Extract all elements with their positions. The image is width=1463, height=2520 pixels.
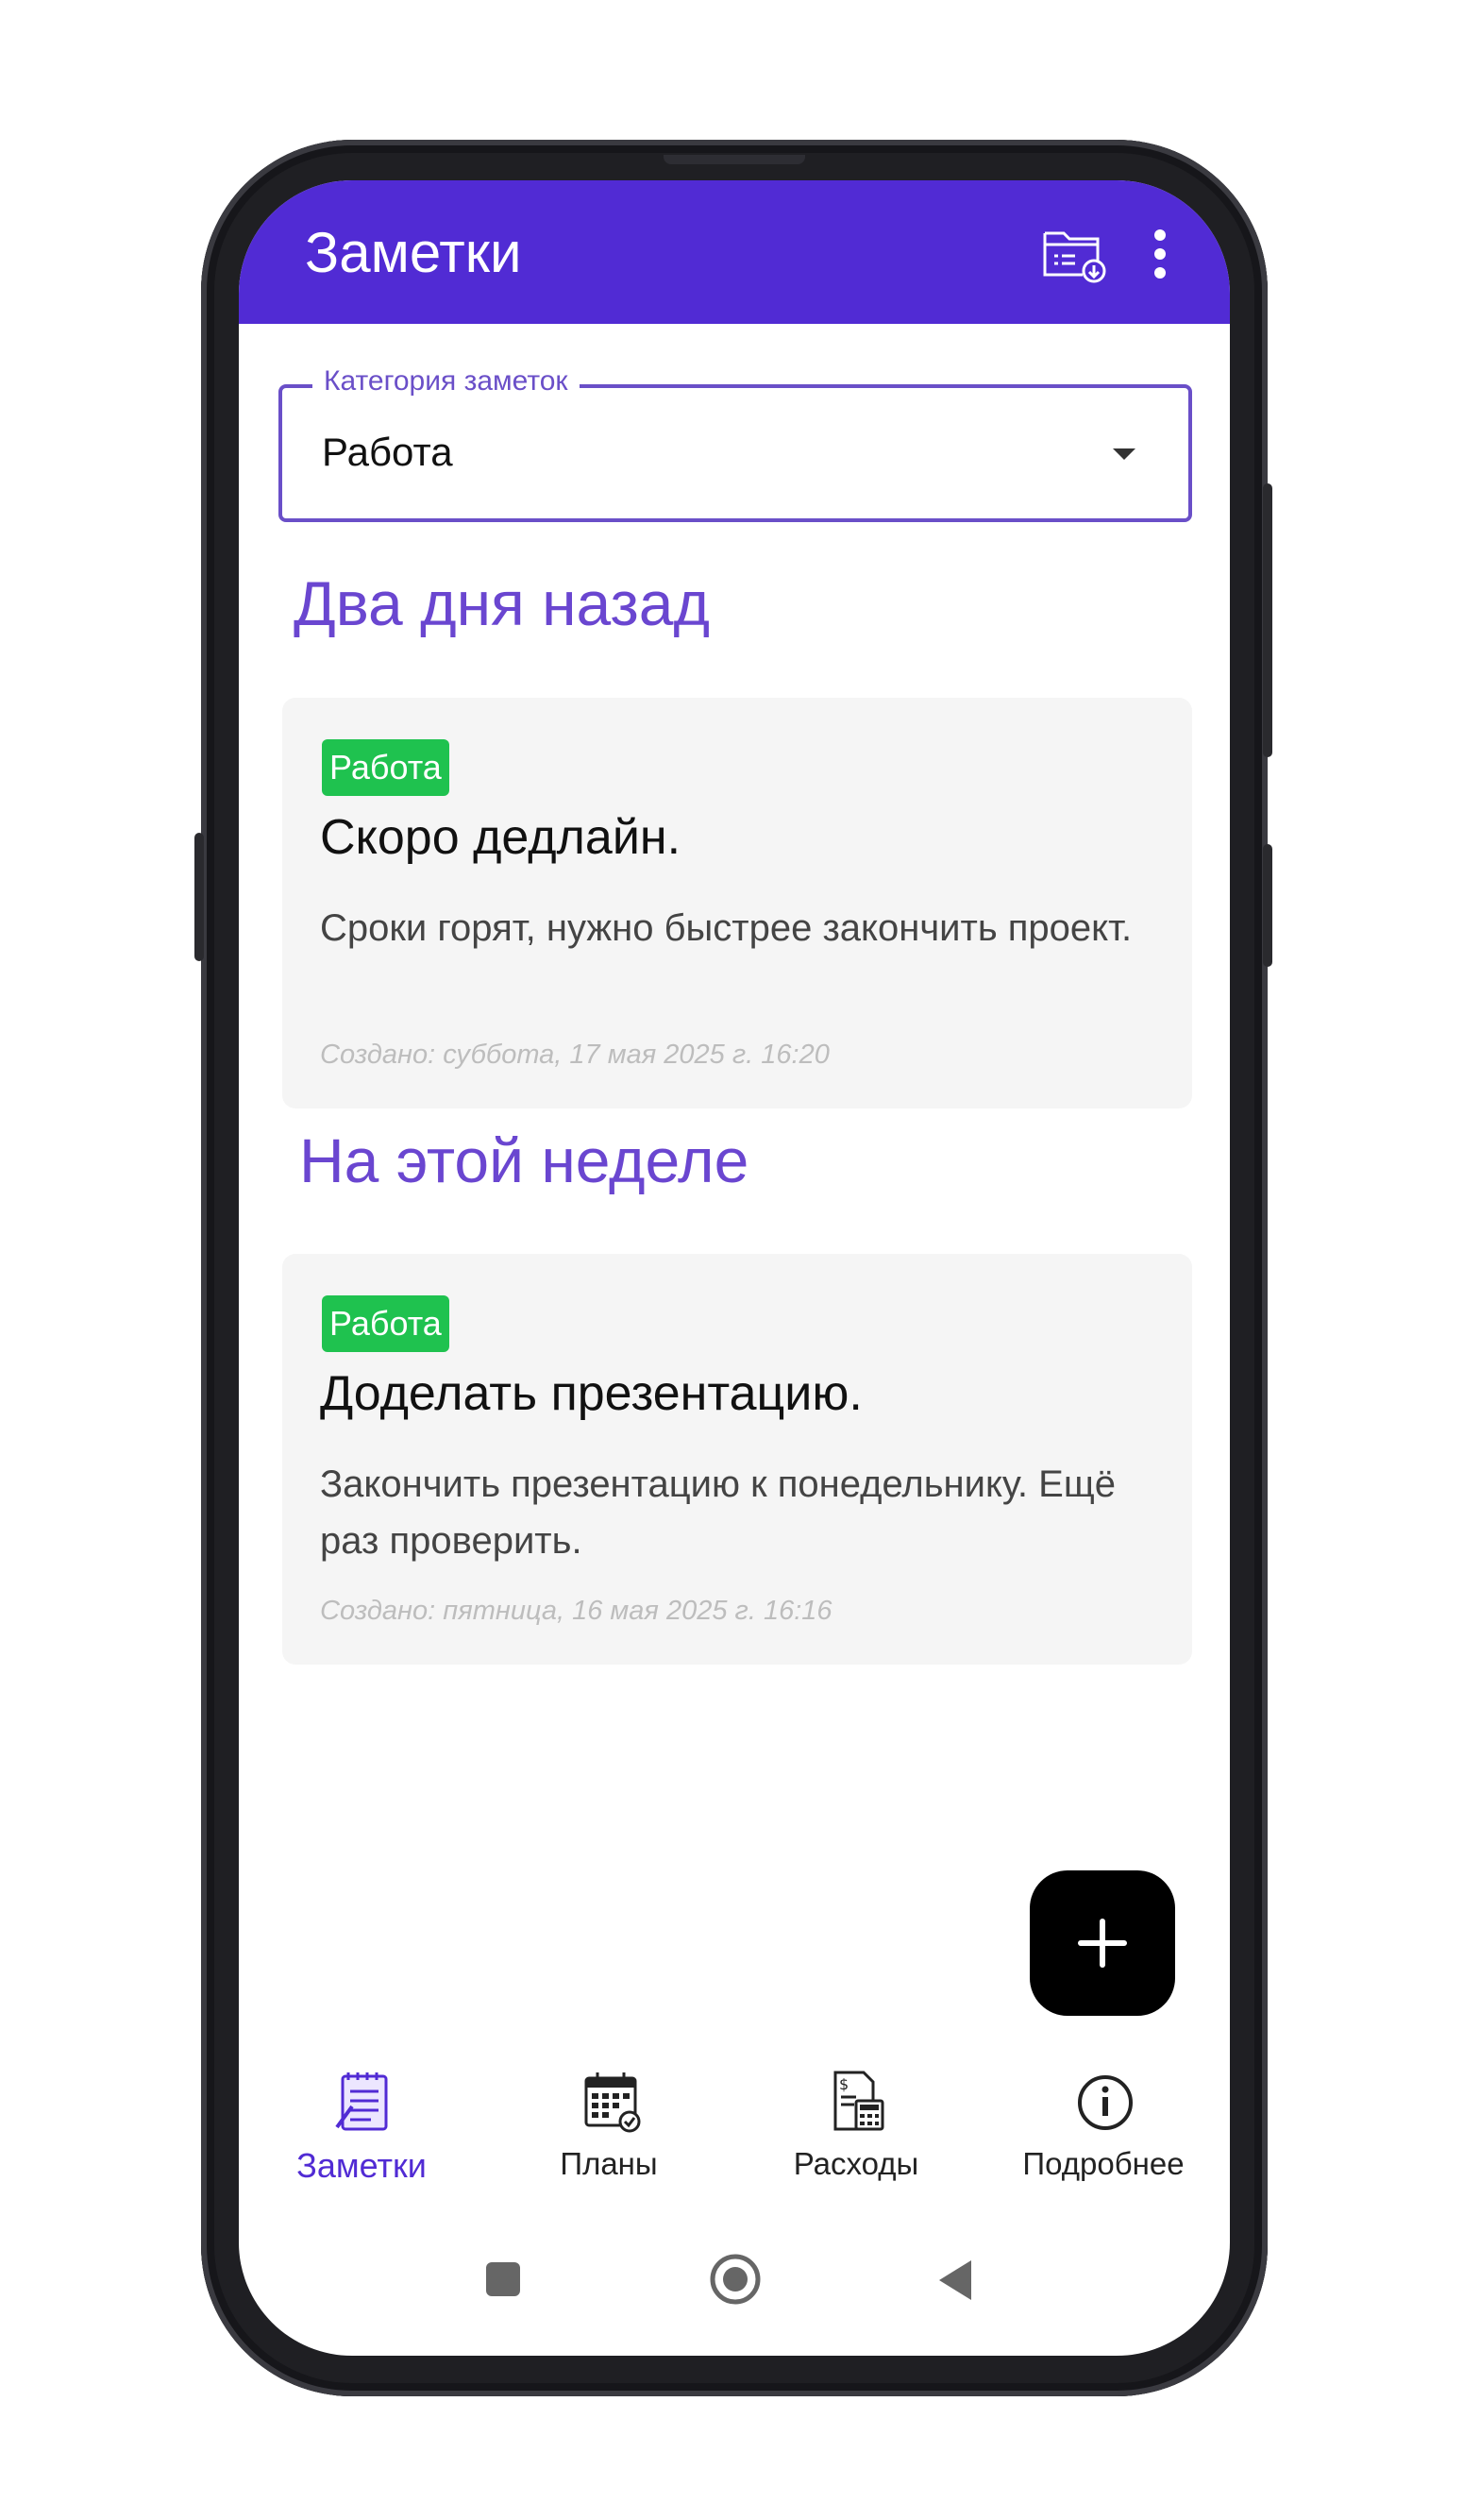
svg-text:$: $ xyxy=(839,2075,849,2093)
notepad-icon xyxy=(335,2072,388,2131)
nav-item-notes[interactable]: Заметки xyxy=(248,2059,475,2191)
side-button-left xyxy=(194,833,204,961)
app-screen: Заметки Работа Категория заметок Два дня… xyxy=(239,180,1230,2356)
note-created-date: Создано: суббота, 17 мая 2025 г. 16:20 xyxy=(320,1040,830,1070)
expenses-icon: $ xyxy=(833,2071,884,2131)
category-picker[interactable]: Работа xyxy=(278,384,1192,522)
speaker-notch xyxy=(664,155,805,164)
note-created-date: Создано: пятница, 16 мая 2025 г. 16:16 xyxy=(320,1596,832,1626)
power-button xyxy=(1263,844,1272,967)
section-title: На этой неделе xyxy=(299,1125,749,1195)
nav-item-plans[interactable]: Планы xyxy=(496,2059,722,2191)
nav-label: Расходы xyxy=(793,2146,919,2181)
note-title: Скоро дедлайн. xyxy=(320,810,681,865)
add-note-button[interactable] xyxy=(1030,1870,1175,2016)
info-icon xyxy=(1078,2075,1133,2130)
back-icon[interactable] xyxy=(935,2258,975,2302)
note-body: Сроки горят, нужно быстрее закончить про… xyxy=(320,907,1133,949)
nav-label: Планы xyxy=(560,2146,658,2181)
note-title: Доделать презентацию. xyxy=(320,1366,863,1421)
note-tag: Работа xyxy=(322,1295,449,1352)
note-body: Закончить презентацию к понедельнику. Ещ… xyxy=(320,1463,1116,1562)
dropdown-arrow-icon xyxy=(1113,448,1135,460)
more-vert-icon[interactable] xyxy=(1154,229,1168,279)
note-card[interactable]: Работа Скоро дедлайн. Сроки горят, нужно… xyxy=(282,698,1192,1108)
note-tag: Работа xyxy=(322,739,449,796)
home-icon[interactable] xyxy=(709,2253,762,2306)
category-picker-label: Категория заметок xyxy=(312,365,580,397)
section-title: Два дня назад xyxy=(294,568,710,638)
app-bar: Заметки xyxy=(239,180,1230,324)
nav-item-expenses[interactable]: $ Расходы xyxy=(743,2059,969,2191)
nav-item-more[interactable]: Подробнее xyxy=(990,2059,1217,2191)
nav-label: Подробнее xyxy=(1022,2146,1185,2181)
nav-label: Заметки xyxy=(296,2146,427,2185)
calendar-icon xyxy=(584,2072,641,2133)
bottom-navigation: Заметки Планы $ Расходы Подробнее xyxy=(239,2059,1230,2191)
folder-download-icon[interactable] xyxy=(1041,224,1107,284)
system-navigation-bar xyxy=(239,2234,1230,2319)
app-title: Заметки xyxy=(305,221,522,284)
note-card[interactable]: Работа Доделать презентацию. Закончить п… xyxy=(282,1254,1192,1665)
category-picker-value: Работа xyxy=(322,430,453,474)
phone-frame: Заметки Работа Категория заметок Два дня… xyxy=(201,140,1268,2396)
volume-button xyxy=(1263,483,1272,757)
recents-icon[interactable] xyxy=(486,2262,520,2296)
